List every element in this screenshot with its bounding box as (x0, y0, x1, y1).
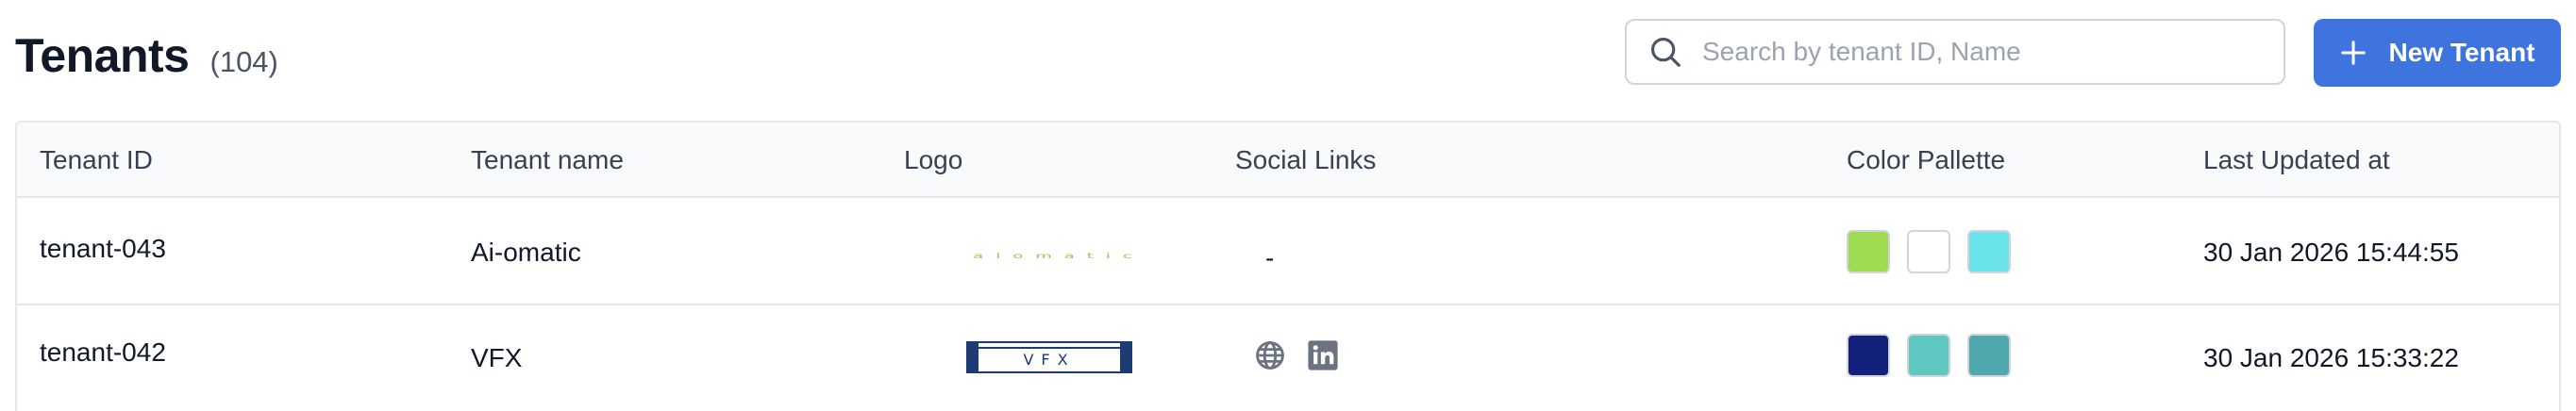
tenant-logo: VFX (966, 341, 1132, 373)
tenant-id-cell: tenant-042 (40, 337, 166, 367)
tenant-logo: aiomatic (917, 232, 1200, 270)
globe-icon[interactable] (1254, 339, 1286, 371)
column-header-last-updated[interactable]: Last Updated at (2203, 123, 2390, 198)
last-updated-cell: 30 Jan 2026 15:33:22 (2203, 343, 2459, 372)
search-input[interactable] (1702, 37, 2268, 67)
tenant-name-cell: VFX (471, 343, 523, 372)
color-swatch (1907, 334, 1950, 377)
tenant-id-cell: tenant-043 (40, 234, 166, 263)
page-title: Tenants (15, 29, 190, 82)
plus-icon (2341, 41, 2367, 65)
search-icon (1650, 37, 1681, 67)
table-header-row: Tenant ID Tenant name Logo Social Links … (17, 123, 2559, 198)
linkedin-icon[interactable] (1307, 339, 1339, 371)
tenant-logo-text: VFX (1023, 351, 1075, 369)
color-swatch (1847, 334, 1890, 377)
tenant-count: (104) (209, 45, 278, 78)
color-swatch (1967, 334, 2011, 377)
tenants-table: Tenant ID Tenant name Logo Social Links … (15, 121, 2561, 411)
color-swatch (1967, 230, 2011, 273)
tenant-name-cell: Ai-omatic (471, 238, 581, 267)
column-header-social-links[interactable]: Social Links (1235, 123, 1376, 198)
table-row[interactable]: tenant-043 Ai-omatic aiomatic - 30 Jan 2… (17, 198, 2559, 305)
column-header-tenant-name[interactable]: Tenant name (471, 123, 624, 198)
social-links-empty: - (1265, 243, 1275, 272)
color-swatch (1907, 230, 1950, 273)
new-tenant-button-label: New Tenant (2388, 38, 2535, 67)
tenant-logo-text: aiomatic (973, 252, 1144, 260)
color-swatch (1847, 230, 1890, 273)
new-tenant-button[interactable]: New Tenant (2314, 19, 2561, 87)
column-header-tenant-id[interactable]: Tenant ID (40, 123, 153, 198)
column-header-color-pallette[interactable]: Color Pallette (1847, 123, 2005, 198)
table-row[interactable]: tenant-042 VFX VFX 30 Jan 2026 15:33:22 (17, 305, 2559, 411)
column-header-logo[interactable]: Logo (904, 123, 962, 198)
last-updated-cell: 30 Jan 2026 15:44:55 (2203, 238, 2459, 267)
page-title-group: Tenants (104) (15, 28, 278, 83)
search-box[interactable] (1625, 19, 2285, 85)
